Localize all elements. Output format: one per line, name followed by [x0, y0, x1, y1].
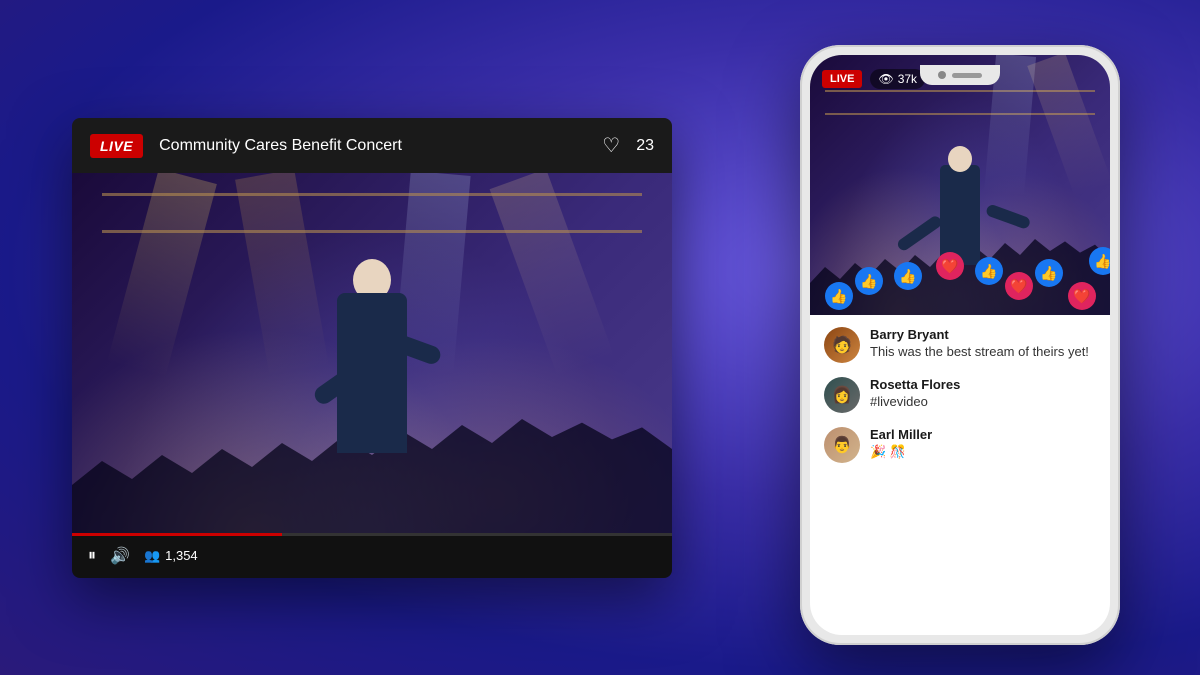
phone-eye-icon: 👁 — [878, 72, 893, 86]
comment-barry: 🧑 Barry Bryant This was the best stream … — [824, 327, 1096, 363]
desktop-player: LIVE Community Cares Benefit Concert ♡ 2… — [72, 118, 672, 578]
avatar-earl: 👨 — [824, 427, 860, 463]
heart-icon[interactable]: ♡ — [602, 133, 620, 158]
avatar-barry: 🧑 — [824, 327, 860, 363]
like-count: 23 — [636, 137, 654, 155]
phone-comments: 🧑 Barry Bryant This was the best stream … — [810, 315, 1110, 489]
phone-speaker — [952, 73, 982, 78]
phone-video: LIVE 👁 37k 👍 👍 👍 ❤️ 👍 ❤️ 👍 ❤️ 👍 — [810, 55, 1110, 315]
comment-rosetta-text: Rosetta Flores #livevideo — [870, 377, 1096, 409]
pause-button[interactable]: ⏸ — [88, 547, 96, 565]
viewer-info: 👥 1,354 — [144, 548, 198, 564]
phone-performer-body — [940, 165, 980, 265]
phone-notch — [920, 65, 1000, 85]
comment-earl-text: Earl Miller 🎉 🎊 — [870, 427, 1096, 460]
comment-barry-text: Barry Bryant This was the best stream of… — [870, 327, 1096, 359]
comment-barry-body: This was the best stream of theirs yet! — [870, 344, 1096, 359]
phone-live-overlay: LIVE 👁 37k — [822, 69, 925, 89]
comment-earl-body: 🎉 🎊 — [870, 444, 1096, 460]
volume-button[interactable]: 🔊 — [110, 546, 130, 566]
avatar-rosetta: 👩 — [824, 377, 860, 413]
live-badge: LIVE — [90, 134, 143, 158]
video-area — [72, 173, 672, 533]
player-header: LIVE Community Cares Benefit Concert ♡ 2… — [72, 118, 672, 173]
phone-viewer-count: 37k — [898, 72, 917, 86]
comment-barry-name: Barry Bryant — [870, 327, 1096, 342]
performer — [282, 213, 462, 453]
avatar-rosetta-img: 👩 — [824, 377, 860, 413]
avatar-barry-img: 🧑 — [824, 327, 860, 363]
phone-inner: LIVE 👁 37k 👍 👍 👍 ❤️ 👍 ❤️ 👍 ❤️ 👍 — [810, 55, 1110, 635]
comment-earl-name: Earl Miller — [870, 427, 1096, 442]
player-title: Community Cares Benefit Concert — [159, 137, 586, 155]
viewer-count-label: 1,354 — [165, 548, 198, 563]
comment-rosetta: 👩 Rosetta Flores #livevideo — [824, 377, 1096, 413]
phone-viewer-overlay: 👁 37k — [870, 69, 925, 89]
viewer-icon: 👥 — [144, 548, 160, 564]
avatar-earl-img: 👨 — [824, 427, 860, 463]
comment-earl: 👨 Earl Miller 🎉 🎊 — [824, 427, 1096, 463]
phone-live-badge: LIVE — [822, 70, 862, 88]
front-camera — [938, 71, 946, 79]
comment-rosetta-name: Rosetta Flores — [870, 377, 1096, 392]
performer-body — [337, 293, 407, 453]
phone-mockup: LIVE 👁 37k 👍 👍 👍 ❤️ 👍 ❤️ 👍 ❤️ 👍 — [800, 45, 1120, 645]
phone-performer-head — [948, 146, 972, 172]
comment-rosetta-body: #livevideo — [870, 394, 1096, 409]
player-controls: ⏸ 🔊 👥 1,354 — [72, 533, 672, 578]
progress-fill — [72, 533, 282, 536]
progress-bar[interactable] — [72, 533, 672, 536]
